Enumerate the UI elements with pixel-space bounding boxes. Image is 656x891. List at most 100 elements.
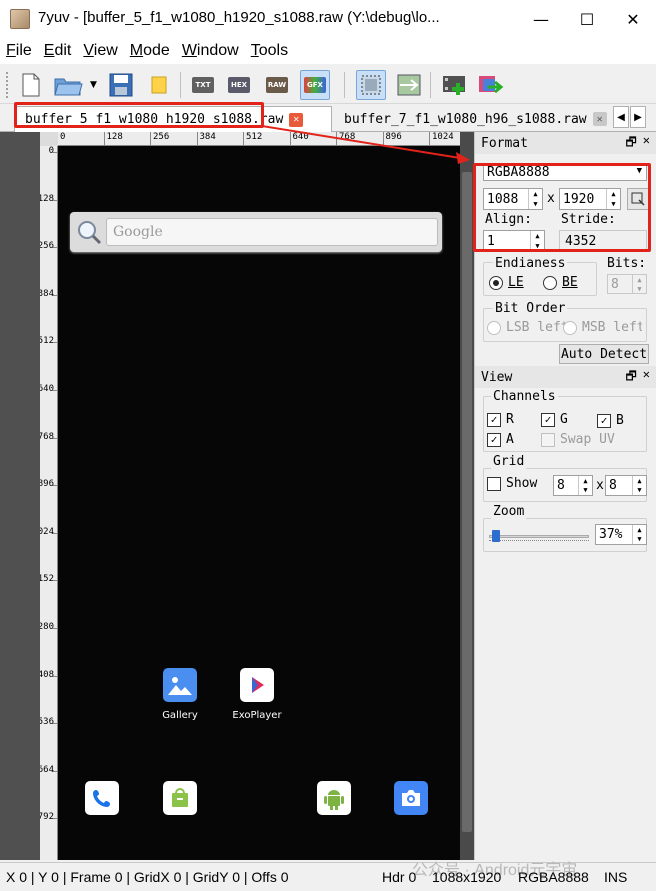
app-label: Gallery bbox=[162, 710, 198, 721]
grid-y-stepper[interactable]: ▲ ▼ bbox=[632, 476, 646, 495]
note-icon[interactable] bbox=[144, 70, 174, 100]
ruler-tick-label: 768 bbox=[40, 432, 57, 442]
format-panel-header: Format 🗗 ✕ bbox=[475, 132, 656, 154]
zoom-stepper[interactable]: ▲ ▼ bbox=[632, 525, 646, 544]
auto-detect-button[interactable]: Auto Detect bbox=[559, 344, 649, 364]
minimize-button[interactable]: — bbox=[518, 0, 564, 38]
ruler-tick-label: 640 bbox=[289, 132, 309, 145]
vertical-scrollbar[interactable] bbox=[460, 132, 474, 860]
ruler-tick-label: 384 bbox=[40, 289, 57, 299]
channel-b-checkbox[interactable]: ✓ B bbox=[597, 413, 624, 428]
status-position: X 0 | Y 0 | Frame 0 | GridX 0 | GridY 0 … bbox=[6, 869, 289, 885]
zoom-slider-thumb[interactable] bbox=[492, 530, 500, 542]
endianness-label: Endianess bbox=[493, 256, 568, 271]
zoom-value: 37% bbox=[599, 527, 623, 542]
menu-mode[interactable]: Mode bbox=[124, 42, 176, 60]
add-frame-icon[interactable] bbox=[440, 70, 470, 100]
float-icon[interactable]: 🗗 bbox=[625, 133, 636, 154]
menu-view[interactable]: View bbox=[77, 42, 123, 60]
txt-icon[interactable]: TXT bbox=[188, 70, 218, 100]
select-icon[interactable] bbox=[356, 70, 386, 100]
channel-r-label: R bbox=[506, 412, 514, 427]
ruler-tick-label: 896 bbox=[382, 132, 402, 145]
menu-tools[interactable]: Tools bbox=[245, 42, 294, 60]
title-bar: 7yuv - [buffer_5_f1_w1080_h1920_s1088.ra… bbox=[0, 0, 656, 38]
le-label: LE bbox=[508, 275, 524, 290]
gfx-icon[interactable]: GFX bbox=[300, 70, 330, 100]
ruler-corner bbox=[40, 132, 58, 146]
zoom-label: Zoom bbox=[491, 504, 527, 519]
view-gutter bbox=[0, 132, 40, 860]
menu-file[interactable]: File bbox=[0, 42, 38, 60]
tab-label: buffer_7_f1_w1080_h96_s1088.raw bbox=[344, 111, 587, 127]
format-highlight-box bbox=[473, 163, 651, 252]
ruler-tick-label: 1152 bbox=[40, 574, 57, 584]
ruler-tick-label: 1664 bbox=[40, 765, 57, 775]
status-header: Hdr 0 bbox=[382, 869, 417, 885]
grid-y-field[interactable]: 8 ▲ ▼ bbox=[605, 475, 647, 496]
checkbox-unchecked bbox=[487, 476, 501, 491]
menu-edit[interactable]: Edit bbox=[38, 42, 78, 60]
zoom-slider[interactable] bbox=[489, 530, 589, 544]
tab-prev-icon[interactable]: ◀ bbox=[613, 106, 629, 128]
bits-label: Bits: bbox=[607, 256, 647, 271]
hex-icon[interactable]: HEX bbox=[224, 70, 254, 100]
export-icon[interactable] bbox=[476, 70, 506, 100]
channel-a-checkbox[interactable]: ✓ A bbox=[487, 432, 514, 447]
zoom-field[interactable]: 37% ▲ ▼ bbox=[595, 524, 647, 545]
msb-label: MSB left bbox=[582, 320, 642, 335]
save-icon[interactable] bbox=[106, 70, 136, 100]
close-button[interactable]: ✕ bbox=[610, 0, 656, 38]
scrollbar-thumb[interactable] bbox=[462, 172, 472, 832]
maximize-button[interactable]: ☐ bbox=[564, 0, 610, 38]
le-radio[interactable]: LE bbox=[489, 275, 524, 290]
ruler-tick-label: 1024 bbox=[40, 527, 57, 537]
zoom-slider-ticks bbox=[489, 540, 589, 544]
open-dropdown-icon[interactable]: ▼ bbox=[90, 80, 97, 90]
ruler-tick-label: 1280 bbox=[40, 622, 57, 632]
radio-unchecked bbox=[543, 275, 557, 290]
bits-field: 8 ▲ ▼ bbox=[607, 274, 647, 294]
grid-show-checkbox[interactable]: Show bbox=[487, 476, 537, 491]
toolbar-grip bbox=[6, 72, 10, 98]
gallery-icon bbox=[163, 668, 197, 702]
raw-icon[interactable]: RAW bbox=[262, 70, 292, 100]
new-file-icon[interactable] bbox=[16, 70, 46, 100]
tab-close-icon[interactable]: ✕ bbox=[592, 112, 607, 126]
grid-x-stepper[interactable]: ▲ ▼ bbox=[578, 476, 592, 495]
radio-unchecked bbox=[487, 320, 501, 335]
menu-bar: File Edit View Mode Window Tools bbox=[0, 38, 656, 64]
view-panel-header: View 🗗 ✕ bbox=[475, 366, 656, 388]
be-radio[interactable]: BE bbox=[543, 275, 578, 290]
grid-x-field[interactable]: 8 ▲ ▼ bbox=[553, 475, 593, 496]
tab-close-icon[interactable]: ✕ bbox=[289, 112, 304, 127]
checkmark-icon: ✓ bbox=[541, 412, 555, 427]
grid-x-value: 8 bbox=[557, 478, 565, 493]
tab-buffer-7[interactable]: buffer_7_f1_w1080_h96_s1088.raw ✕ bbox=[334, 106, 614, 132]
float-icon[interactable]: 🗗 bbox=[625, 367, 636, 388]
status-mode: INS bbox=[604, 869, 628, 885]
msb-radio: MSB left bbox=[563, 320, 642, 335]
status-format: RGBA8888 bbox=[518, 869, 589, 885]
format-panel-title: Format bbox=[481, 135, 528, 151]
tab-next-icon[interactable]: ▶ bbox=[630, 106, 646, 128]
ruler-tick-label: 128 bbox=[40, 194, 57, 204]
view-panel-title: View bbox=[481, 369, 513, 385]
image-canvas[interactable]: Google Gallery ExoPlayer bbox=[58, 146, 460, 860]
channel-r-checkbox[interactable]: ✓ R bbox=[487, 412, 514, 427]
swap-uv-label: Swap UV bbox=[560, 432, 615, 447]
radio-unchecked bbox=[563, 320, 577, 335]
ruler-tick-label: 1024 bbox=[429, 132, 454, 145]
status-size: 1088x1920 bbox=[432, 869, 502, 885]
menu-window[interactable]: Window bbox=[176, 42, 245, 60]
close-icon[interactable]: ✕ bbox=[643, 133, 650, 154]
channel-g-checkbox[interactable]: ✓ G bbox=[541, 412, 568, 427]
compare-icon[interactable] bbox=[394, 70, 424, 100]
search-icon bbox=[78, 221, 102, 245]
store-icon bbox=[163, 781, 197, 815]
close-icon[interactable]: ✕ bbox=[643, 367, 650, 388]
bits-value: 8 bbox=[611, 276, 619, 292]
ruler-tick-label: 896 bbox=[40, 479, 57, 489]
ruler-tick-label: 256 bbox=[40, 241, 57, 251]
open-folder-icon[interactable] bbox=[52, 70, 88, 100]
